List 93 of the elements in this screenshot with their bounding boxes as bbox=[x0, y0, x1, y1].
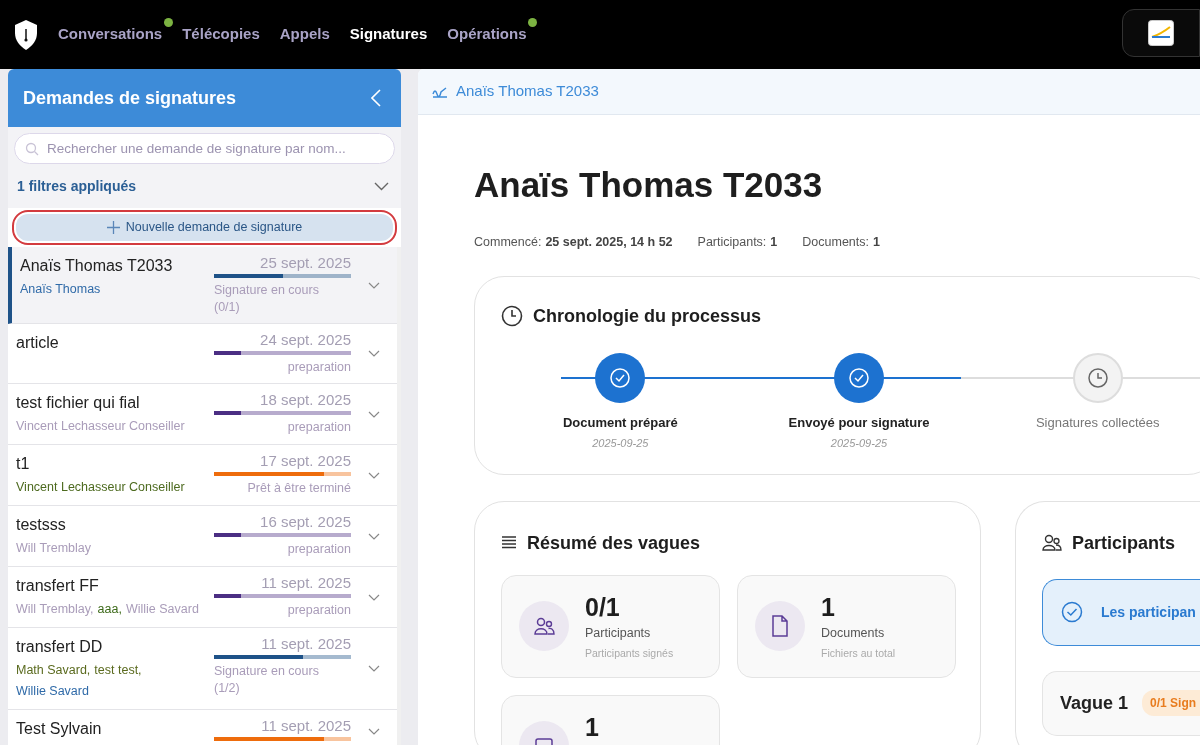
request-date: 11 sept. 2025 bbox=[260, 574, 351, 592]
card-title: Chronologie du processus bbox=[533, 304, 762, 328]
status-label: Signature en cours (1/2) bbox=[214, 663, 320, 697]
request-date: 11 sept. 2025 bbox=[260, 717, 351, 735]
nav-tab[interactable]: Appels bbox=[279, 23, 330, 46]
list-icon bbox=[501, 536, 517, 551]
chevron-down-icon[interactable] bbox=[374, 181, 389, 191]
step-label: Signatures collectées bbox=[1034, 413, 1161, 432]
chevron-down-icon[interactable] bbox=[368, 281, 380, 289]
status-badge: 0/1 Sign bbox=[1142, 690, 1200, 717]
status-label: preparation bbox=[286, 602, 351, 619]
participant-name: aaa, bbox=[97, 601, 122, 618]
chevron-down-icon[interactable] bbox=[368, 350, 380, 357]
stat-value: 0/1 bbox=[585, 592, 621, 621]
step-date: 2025-09-25 bbox=[829, 436, 889, 452]
company-logo-icon bbox=[1148, 20, 1174, 46]
chevron-down-icon[interactable] bbox=[368, 593, 380, 601]
request-list-item[interactable]: transfert FF Will Tremblay, aaa, Willie Savard 11 sept. 2025 preparation bbox=[8, 567, 397, 628]
participant-name: Anaïs Thomas bbox=[20, 281, 101, 298]
filters-label[interactable]: 1 filtres appliqués bbox=[17, 175, 137, 197]
search-field[interactable]: Rechercher une demande de signature par nom... bbox=[14, 133, 395, 164]
status-label: preparation bbox=[286, 419, 351, 436]
page-title: Anaïs Thomas T2033 bbox=[474, 164, 824, 206]
meta-info: Documents: 1 bbox=[802, 234, 880, 251]
stat-label: Documents bbox=[821, 624, 886, 642]
request-name: Anaïs Thomas T2033 bbox=[20, 256, 174, 276]
wave-row[interactable]: Vague 1 0/1 Sign bbox=[1042, 670, 1200, 736]
plus-icon bbox=[106, 221, 120, 234]
request-date: 16 sept. 2025 bbox=[259, 513, 351, 531]
request-name: testsss bbox=[16, 515, 67, 535]
request-list-item[interactable]: t1 Vincent Lechasseur Conseiller 17 sept. 2025 Prêt à être terminé bbox=[8, 445, 397, 506]
request-name: test fichier qui fial bbox=[16, 393, 141, 413]
check-circle-icon bbox=[1061, 601, 1083, 624]
request-list-item[interactable]: testsss Will Tremblay 16 sept. 2025 preparation bbox=[8, 506, 397, 567]
stat-value: 1 bbox=[821, 592, 836, 621]
request-list-item[interactable]: Test Sylvain 11 sept. 2025 bbox=[8, 710, 397, 745]
step-label: Document préparé bbox=[561, 413, 679, 432]
people-icon bbox=[533, 615, 555, 636]
participant-name: Willie Savard bbox=[16, 683, 89, 700]
shield-pen-logo-icon bbox=[14, 18, 38, 51]
card-title: Résumé des vagues bbox=[527, 531, 701, 555]
status-label: Prêt à être terminé bbox=[246, 480, 351, 497]
participant-name: Will Tremblay bbox=[16, 540, 91, 557]
participant-name: Vincent Lechasseur Conseiller bbox=[16, 418, 185, 435]
participant-name: Math Savard, bbox=[16, 662, 91, 679]
alert-text: Les participan bbox=[1101, 602, 1196, 622]
stat-label: Participants bbox=[585, 624, 652, 642]
status-label: preparation bbox=[286, 359, 351, 376]
request-name: t1 bbox=[16, 454, 31, 474]
stat-caption: Fichiers au total bbox=[821, 645, 896, 661]
participant-name: Willie Savard bbox=[125, 601, 199, 618]
chevron-down-icon[interactable] bbox=[368, 410, 380, 418]
participant-name: test test, bbox=[94, 662, 142, 679]
chevron-down-icon[interactable] bbox=[368, 532, 380, 540]
step-date: 2025-09-25 bbox=[591, 436, 650, 452]
panel-title: Demandes de signatures bbox=[23, 86, 237, 110]
request-date: 17 sept. 2025 bbox=[259, 452, 351, 470]
signature-icon bbox=[432, 85, 448, 98]
request-name: article bbox=[16, 333, 60, 353]
request-name: transfert DD bbox=[16, 637, 104, 657]
step-label: Envoyé pour signature bbox=[787, 413, 931, 432]
request-name: transfert FF bbox=[16, 576, 100, 596]
chevron-down-icon[interactable] bbox=[368, 727, 380, 735]
collapse-chevron-icon[interactable] bbox=[371, 89, 381, 107]
request-list-item[interactable]: article 24 sept. 2025 preparation bbox=[8, 324, 397, 384]
status-label: Signature en cours (0/1) bbox=[214, 282, 320, 316]
people-icon bbox=[1042, 534, 1062, 553]
request-name: Test Sylvain bbox=[16, 719, 103, 739]
status-label: preparation bbox=[286, 541, 351, 558]
meta-info: Commencé: 25 sept. 2025, 14 h 52 bbox=[474, 234, 673, 251]
nav-tab[interactable]: Opérations bbox=[447, 23, 527, 46]
participant-name: Will Tremblay, bbox=[16, 601, 94, 618]
nav-tab[interactable]: Signatures bbox=[349, 23, 428, 46]
chevron-down-icon[interactable] bbox=[368, 665, 380, 672]
clock-icon bbox=[501, 305, 523, 328]
request-date: 25 sept. 2025 bbox=[259, 254, 351, 272]
account-button[interactable] bbox=[1122, 9, 1200, 57]
chevron-down-icon[interactable] bbox=[368, 471, 380, 479]
stat-value: 1 bbox=[585, 712, 599, 741]
nav-tab[interactable]: Conversations bbox=[58, 23, 163, 46]
nav-tab[interactable]: Télécopies bbox=[182, 23, 260, 46]
document-icon bbox=[771, 614, 789, 637]
request-date: 18 sept. 2025 bbox=[259, 391, 351, 409]
request-list-item[interactable]: test fichier qui fial Vincent Lechasseur Conseiller 18 sept. 2025 preparation bbox=[8, 384, 397, 445]
request-date: 24 sept. 2025 bbox=[259, 331, 351, 349]
request-list-item[interactable]: Anaïs Thomas T2033 Anaïs Thomas 25 sept. 2025 Signature en cours (0/1) bbox=[8, 247, 397, 324]
request-list-item[interactable]: transfert DD Math Savard, test test, Willie Savard 11 sept. 2025 Signature en cours (1/2) bbox=[8, 628, 397, 710]
wave-label: Vague 1 bbox=[1060, 691, 1129, 715]
stat-caption: Participants signés bbox=[585, 645, 674, 661]
card-title: Participants bbox=[1072, 531, 1176, 555]
meta-info: Participants: 1 bbox=[697, 234, 778, 251]
request-date: 11 sept. 2025 bbox=[260, 635, 351, 653]
participant-name: Vincent Lechasseur Conseiller bbox=[16, 479, 185, 496]
